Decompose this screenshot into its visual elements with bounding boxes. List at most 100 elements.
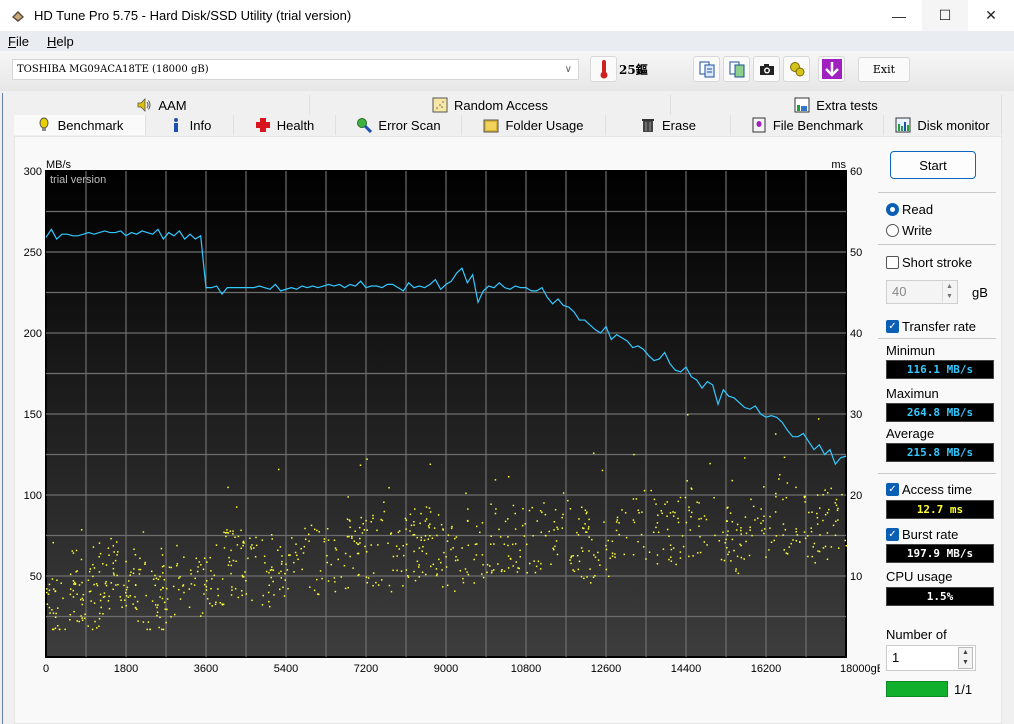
access-time-point [524, 523, 526, 525]
access-time-point [365, 551, 368, 553]
access-time-point [360, 516, 362, 519]
number-of-runs-input[interactable]: 1 ▲ ▼ [886, 645, 976, 671]
access-time-point [73, 583, 75, 585]
access-time-point [145, 594, 147, 597]
access-time-point [107, 600, 110, 602]
access-time-point [151, 600, 154, 602]
access-time-point [221, 603, 223, 605]
access-time-point [281, 560, 283, 563]
access-time-point [351, 535, 353, 538]
access-time-point [352, 567, 354, 569]
access-time-point [479, 531, 481, 534]
access-time-point [113, 551, 115, 553]
access-time-point [366, 529, 369, 531]
access-time-point [72, 580, 75, 582]
access-time-point [286, 569, 289, 571]
access-time-point [494, 479, 497, 481]
access-time-point [72, 589, 75, 592]
access-time-point [588, 550, 590, 552]
access-time-point [80, 529, 83, 531]
short-stroke-size-input[interactable]: 40 ▲ ▼ [886, 280, 958, 304]
access-time-point [528, 509, 531, 512]
read-radio[interactable]: Read [886, 202, 933, 217]
access-time-point [344, 587, 347, 590]
access-time-point [744, 516, 747, 518]
access-time-point [731, 520, 734, 523]
access-time-point [264, 562, 266, 564]
access-time-point [400, 570, 403, 572]
minimize-button[interactable]: — [876, 0, 922, 31]
access-time-point [110, 582, 113, 584]
access-time-point [159, 575, 161, 578]
access-time-point [372, 517, 374, 520]
access-time-point [835, 504, 838, 507]
transfer-rate-checkbox[interactable]: ✓ Transfer rate [886, 319, 976, 334]
close-button[interactable]: ✕ [968, 0, 1014, 31]
access-time-point [591, 538, 593, 541]
cpu-usage-value: 1.5% [886, 587, 994, 606]
access-time-point [51, 609, 53, 611]
access-time-point [786, 553, 789, 555]
start-button[interactable]: Start [890, 151, 976, 179]
access-time-point [113, 574, 115, 576]
access-time-point [494, 512, 497, 515]
access-time-point [588, 536, 590, 538]
access-time-point [605, 544, 607, 547]
access-time-point [203, 593, 205, 595]
access-time-point [632, 553, 635, 556]
maximize-button[interactable]: ☐ [922, 0, 968, 31]
access-time-point [134, 584, 137, 586]
burst-rate-checkbox[interactable]: ✓ Burst rate [886, 527, 958, 542]
access-time-point [812, 546, 814, 548]
access-time-point [640, 533, 643, 536]
access-time-point [739, 543, 741, 546]
access-time-point [605, 568, 608, 571]
access-time-point [481, 554, 484, 556]
access-time-point [76, 593, 78, 595]
write-radio[interactable]: Write [886, 223, 932, 238]
access-time-point [304, 538, 307, 541]
short-stroke-checkbox[interactable]: Short stroke [886, 255, 972, 270]
minimum-label: Minimun [886, 343, 936, 358]
access-time-point [182, 585, 184, 587]
tab-disk-monitor[interactable]: Disk monitor [884, 115, 1002, 135]
access-time-point [482, 563, 484, 566]
access-time-point [196, 570, 199, 573]
access-time-point [80, 615, 82, 617]
access-time-point [539, 568, 542, 570]
access-time-point [48, 583, 51, 586]
access-time-point [537, 560, 540, 563]
access-time-point [228, 561, 231, 563]
access-time-point [512, 565, 514, 567]
access-time-point [52, 612, 55, 614]
spin-arrows-icon[interactable]: ▲ ▼ [958, 647, 973, 669]
access-time-checkbox[interactable]: ✓ Access time [886, 482, 972, 497]
access-time-point [775, 535, 778, 537]
access-time-point [221, 578, 224, 580]
access-time-point [351, 537, 353, 539]
access-time-point [200, 615, 202, 617]
access-time-point [99, 552, 102, 555]
access-time-point [423, 539, 426, 542]
access-time-point [46, 588, 48, 590]
access-time-point [241, 594, 243, 597]
access-time-point [129, 574, 131, 576]
access-time-point [740, 529, 742, 532]
access-time-point [160, 547, 163, 550]
access-time-point [500, 570, 503, 573]
y2-tick-label: 20 [850, 490, 862, 502]
average-label: Average [886, 426, 935, 441]
access-time-point [735, 570, 737, 572]
spin-arrows-icon[interactable]: ▲ ▼ [942, 282, 956, 302]
access-time-point [223, 547, 226, 549]
access-time-point [236, 544, 239, 546]
access-time-point [760, 508, 762, 510]
y2-tick-label: 30 [850, 409, 862, 421]
access-time-point [835, 498, 838, 501]
access-time-point [615, 529, 618, 532]
access-time-point [819, 534, 821, 536]
access-time-point [155, 577, 158, 580]
access-time-point [353, 540, 356, 542]
access-time-point [442, 528, 444, 530]
access-time-point [553, 548, 555, 551]
